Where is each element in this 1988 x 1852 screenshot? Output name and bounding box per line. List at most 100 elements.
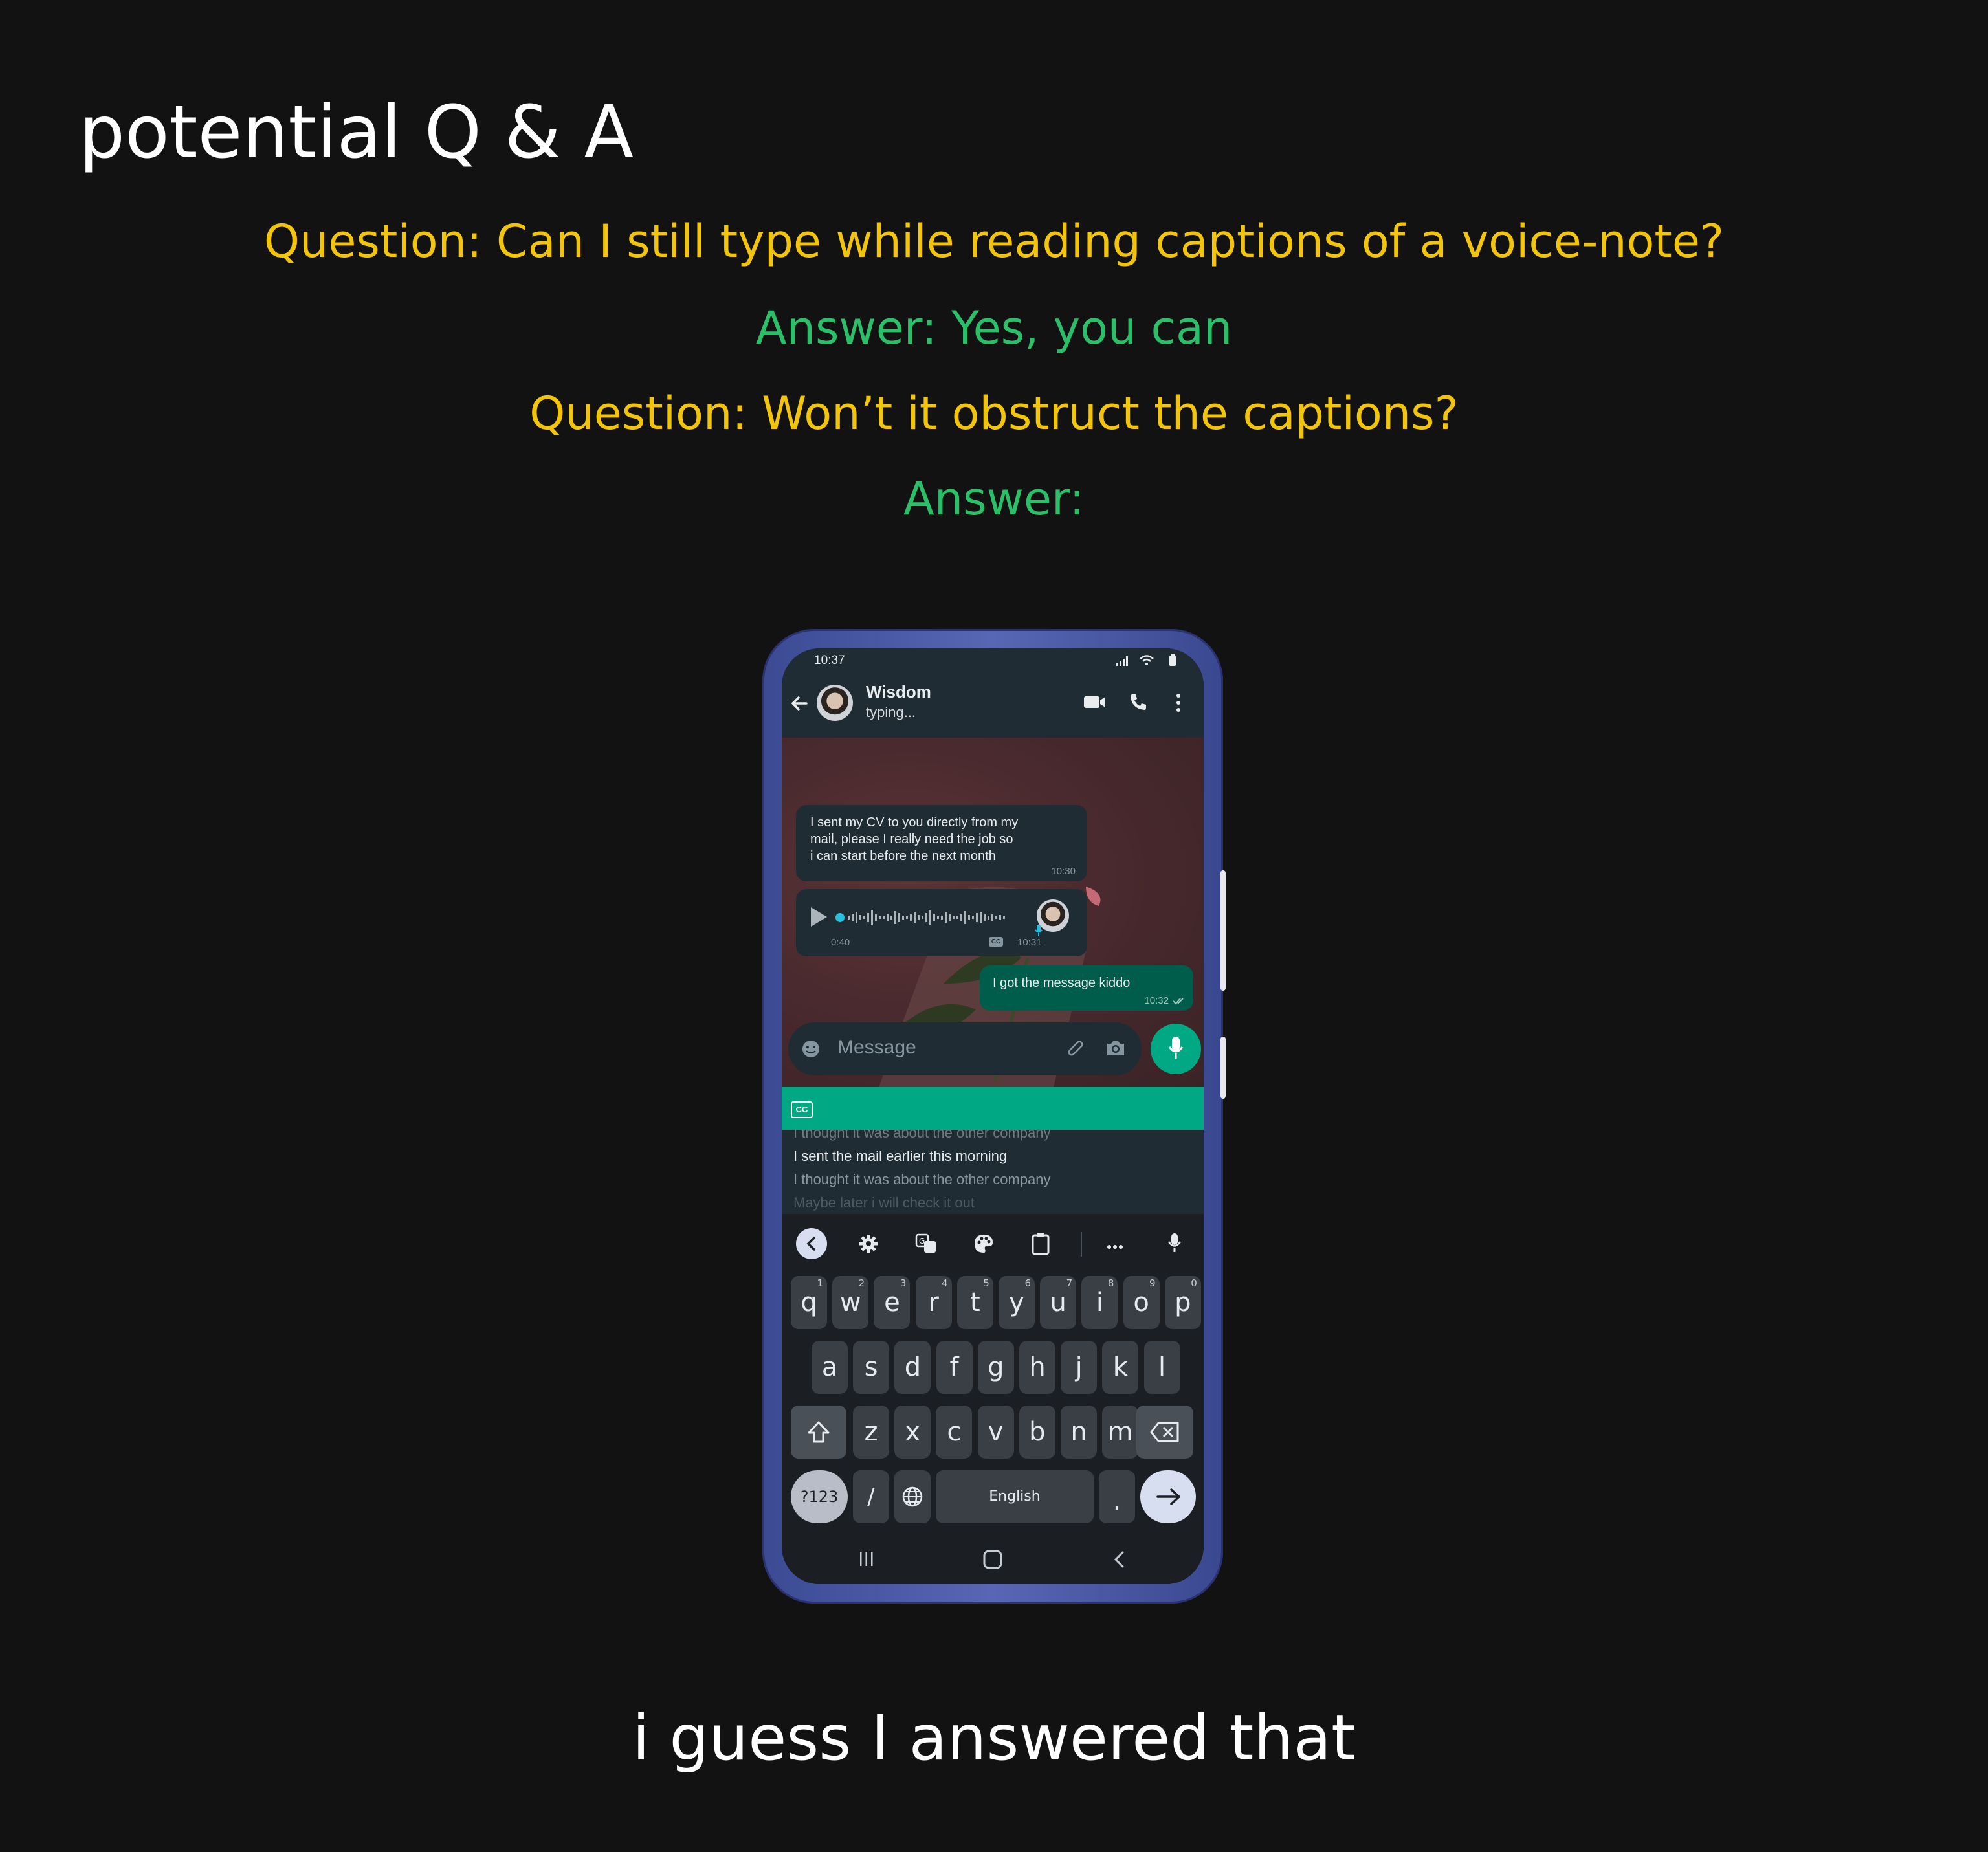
phone-screen: 10:37 Wisdom typing... I sent my CV to y… <box>782 648 1204 1584</box>
video-call-icon[interactable] <box>1083 694 1107 714</box>
message-text: I got the message kiddo <box>993 976 1131 990</box>
key-hint: 3 <box>900 1277 907 1289</box>
back-nav-icon[interactable] <box>1112 1550 1127 1572</box>
key-o[interactable]: 9o <box>1123 1276 1160 1329</box>
captions-header: CC <box>782 1087 1204 1130</box>
answer-1: Answer: Yes, you can <box>755 302 1233 355</box>
key-x[interactable]: x <box>894 1406 931 1459</box>
voice-record-button[interactable] <box>1151 1024 1201 1074</box>
key-hint: 2 <box>858 1277 865 1289</box>
camera-icon[interactable] <box>1105 1039 1126 1061</box>
more-options-icon[interactable] <box>1175 692 1182 716</box>
key-m[interactable]: m <box>1102 1406 1139 1459</box>
key-a[interactable]: a <box>812 1341 848 1394</box>
recent-apps-icon[interactable] <box>858 1550 875 1571</box>
slash-key[interactable]: / <box>853 1470 889 1523</box>
voice-duration: 0:40 <box>831 937 850 948</box>
answer-2: Answer: <box>903 472 1085 525</box>
theme-palette-icon[interactable] <box>973 1233 994 1257</box>
key-i[interactable]: 8i <box>1081 1276 1118 1329</box>
key-t[interactable]: 5t <box>956 1276 993 1329</box>
key-h[interactable]: h <box>1019 1341 1055 1394</box>
symbols-key[interactable]: ?123 <box>791 1470 848 1523</box>
emoji-icon[interactable] <box>801 1039 821 1062</box>
key-u[interactable]: 7u <box>1040 1276 1077 1329</box>
message-line: i can start before the next month <box>810 849 996 863</box>
message-input[interactable]: Message <box>837 1037 916 1059</box>
outgoing-message[interactable]: I got the message kiddo 10:32 <box>980 965 1193 1011</box>
key-d[interactable]: d <box>894 1341 931 1394</box>
shift-key[interactable] <box>791 1406 846 1459</box>
key-p[interactable]: 0p <box>1164 1276 1201 1329</box>
message-composer[interactable]: Message <box>788 1022 1142 1075</box>
key-e[interactable]: 3e <box>874 1276 911 1329</box>
backspace-key[interactable] <box>1136 1406 1193 1459</box>
message-line: I sent my CV to you directly from my <box>810 815 1019 830</box>
translate-icon[interactable]: G <box>915 1233 937 1257</box>
key-z[interactable]: z <box>853 1406 889 1459</box>
message-time: 10:30 <box>1051 866 1076 877</box>
key-hint: 4 <box>942 1277 948 1289</box>
key-hint: 5 <box>983 1277 989 1289</box>
chat-header: Wisdom typing... <box>782 674 1204 738</box>
question-2: Question: Won’t it obstruct the captions… <box>529 387 1459 440</box>
enter-key[interactable] <box>1140 1470 1196 1523</box>
clipboard-icon[interactable] <box>1032 1232 1050 1259</box>
voice-time: 10:31 <box>1017 937 1042 948</box>
message-line: mail, please I really need the job so <box>810 832 1013 846</box>
key-r[interactable]: 4r <box>915 1276 952 1329</box>
globe-language-key[interactable] <box>894 1470 931 1523</box>
key-y[interactable]: 6y <box>999 1276 1035 1329</box>
captions-cc-icon[interactable]: CC <box>791 1101 813 1118</box>
signal-icon <box>1116 655 1131 670</box>
voice-typing-mic-icon[interactable] <box>1167 1232 1182 1257</box>
contact-status: typing... <box>866 704 916 720</box>
key-hint: 9 <box>1149 1277 1156 1289</box>
svg-text:G: G <box>919 1237 925 1246</box>
key-l[interactable]: l <box>1143 1341 1180 1394</box>
collapse-toolbar-button[interactable] <box>796 1228 827 1259</box>
contact-name[interactable]: Wisdom <box>866 682 931 702</box>
key-hint: 1 <box>817 1277 823 1289</box>
cc-badge[interactable]: CC <box>989 937 1003 947</box>
key-c[interactable]: c <box>936 1406 973 1459</box>
key-k[interactable]: k <box>1102 1341 1139 1394</box>
battery-icon <box>1169 654 1176 670</box>
phone-call-icon[interactable] <box>1129 692 1148 715</box>
footer-caption: i guess I answered that <box>632 1702 1356 1774</box>
mic-icon <box>1167 1035 1184 1064</box>
status-bar: 10:37 <box>782 648 1204 674</box>
key-b[interactable]: b <box>1019 1406 1055 1459</box>
key-hint: 6 <box>1024 1277 1031 1289</box>
volume-button <box>1220 870 1226 991</box>
key-hint: 7 <box>1066 1277 1073 1289</box>
key-hint: 0 <box>1191 1277 1197 1289</box>
keyboard: G 1q2w3e4r5t6y7u8i9o0p asdfghjkl zxcvbnm… <box>782 1214 1204 1584</box>
key-j[interactable]: j <box>1061 1341 1098 1394</box>
caption-line-previous: I thought it was about the other company <box>793 1130 1051 1141</box>
voice-note-message[interactable]: 0:40 CC 10:31 <box>796 889 1087 956</box>
incoming-message[interactable]: I sent my CV to you directly from my mai… <box>796 805 1087 881</box>
key-g[interactable]: g <box>977 1341 1014 1394</box>
key-s[interactable]: s <box>853 1341 890 1394</box>
key-f[interactable]: f <box>936 1341 973 1394</box>
period-key[interactable]: . <box>1099 1470 1135 1523</box>
key-v[interactable]: v <box>977 1406 1014 1459</box>
play-icon[interactable] <box>809 906 828 931</box>
spacebar[interactable]: English <box>936 1470 1094 1523</box>
question-1: Question: Can I still type while reading… <box>263 215 1725 268</box>
home-icon[interactable] <box>982 1549 1003 1573</box>
caption-line-next: I thought it was about the other company <box>793 1171 1051 1187</box>
settings-gear-icon[interactable] <box>858 1233 879 1257</box>
message-time: 10:32 <box>1144 995 1169 1006</box>
avatar[interactable] <box>817 685 853 721</box>
key-q[interactable]: 1q <box>791 1276 827 1329</box>
key-n[interactable]: n <box>1061 1406 1097 1459</box>
attach-icon[interactable] <box>1066 1038 1086 1063</box>
key-w[interactable]: 2w <box>832 1276 869 1329</box>
waveform[interactable] <box>835 906 1016 929</box>
more-icon[interactable] <box>1107 1241 1123 1253</box>
back-arrow-icon[interactable] <box>788 692 810 718</box>
caption-line-current: I sent the mail earlier this morning <box>793 1148 1008 1164</box>
key-hint: 8 <box>1107 1277 1114 1289</box>
